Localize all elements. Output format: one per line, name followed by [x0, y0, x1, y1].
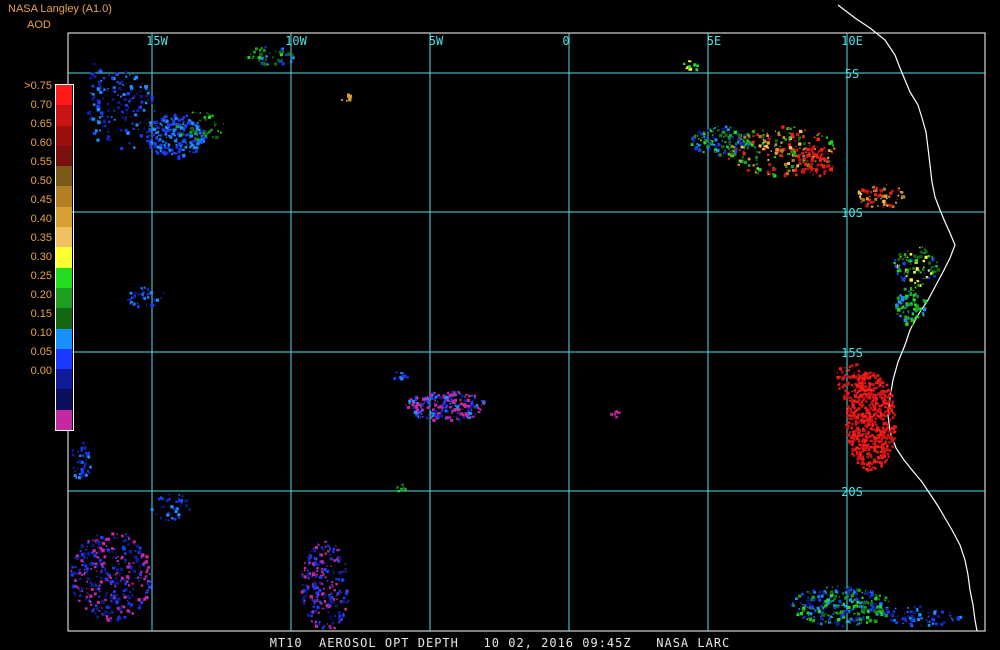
lon-label-10e: 10E	[841, 34, 863, 48]
legend-swatch	[56, 348, 72, 370]
legend-swatch	[56, 206, 72, 228]
legend-swatch	[56, 145, 72, 167]
legend-label: 0.35	[30, 232, 52, 244]
legend-label: 0.05	[30, 346, 52, 358]
legend-label: 0.30	[30, 251, 52, 263]
graticule	[68, 33, 985, 631]
legend-label: 0.50	[30, 175, 52, 187]
legend-label: >0.75	[24, 80, 52, 92]
lon-label-15w: 15W	[146, 34, 168, 48]
lon-label-5w: 5W	[429, 34, 444, 48]
legend-swatch	[56, 105, 72, 127]
legend-label: 0.15	[30, 308, 52, 320]
legend-label: 0.10	[30, 327, 52, 339]
legend-label: 0.55	[30, 156, 52, 168]
data-source-label: NASA Langley (A1.0)	[8, 3, 112, 15]
legend-swatch	[56, 247, 72, 269]
legend-swatch	[56, 389, 72, 411]
legend-label: 0.70	[30, 99, 52, 111]
aerosol-data-overlay	[70, 46, 963, 630]
legend-swatch	[56, 328, 72, 350]
legend-label: 0.60	[30, 137, 52, 149]
map-canvas: 15W 10W 5W 0 5E 10E 5S 10S 15S 20S	[67, 4, 986, 632]
legend-swatch	[56, 287, 72, 309]
lon-label-5e: 5E	[707, 34, 721, 48]
legend-swatch	[56, 369, 72, 390]
legend-swatch	[56, 308, 72, 330]
legend-swatch	[56, 267, 72, 289]
legend-swatch	[56, 85, 72, 106]
legend-label: 0.25	[30, 270, 52, 282]
legend-swatch	[56, 227, 72, 248]
legend-label: 0.00	[30, 365, 52, 377]
legend-label: 0.20	[30, 289, 52, 301]
legend-swatch	[56, 125, 72, 147]
parameter-label: AOD	[27, 19, 51, 31]
lat-label-10s: 10S	[841, 206, 863, 220]
lat-label-20s: 20S	[841, 485, 863, 499]
legend-label: 0.65	[30, 118, 52, 130]
lon-label-0: 0	[562, 34, 569, 48]
lon-label-10w: 10W	[285, 34, 307, 48]
lat-label-15s: 15S	[841, 346, 863, 360]
legend-swatch	[56, 166, 72, 187]
satellite-map-viewer: 15W 10W 5W 0 5E 10E 5S 10S 15S 20S NASA …	[0, 0, 1000, 650]
legend-label: 0.45	[30, 194, 52, 206]
legend-swatch	[56, 186, 72, 208]
legend-swatch	[56, 409, 72, 431]
image-caption: MT10 AEROSOL OPT DEPTH 10 02, 2016 09:45…	[269, 636, 731, 650]
lat-label-5s: 5S	[845, 67, 859, 81]
legend-label: 0.40	[30, 213, 52, 225]
